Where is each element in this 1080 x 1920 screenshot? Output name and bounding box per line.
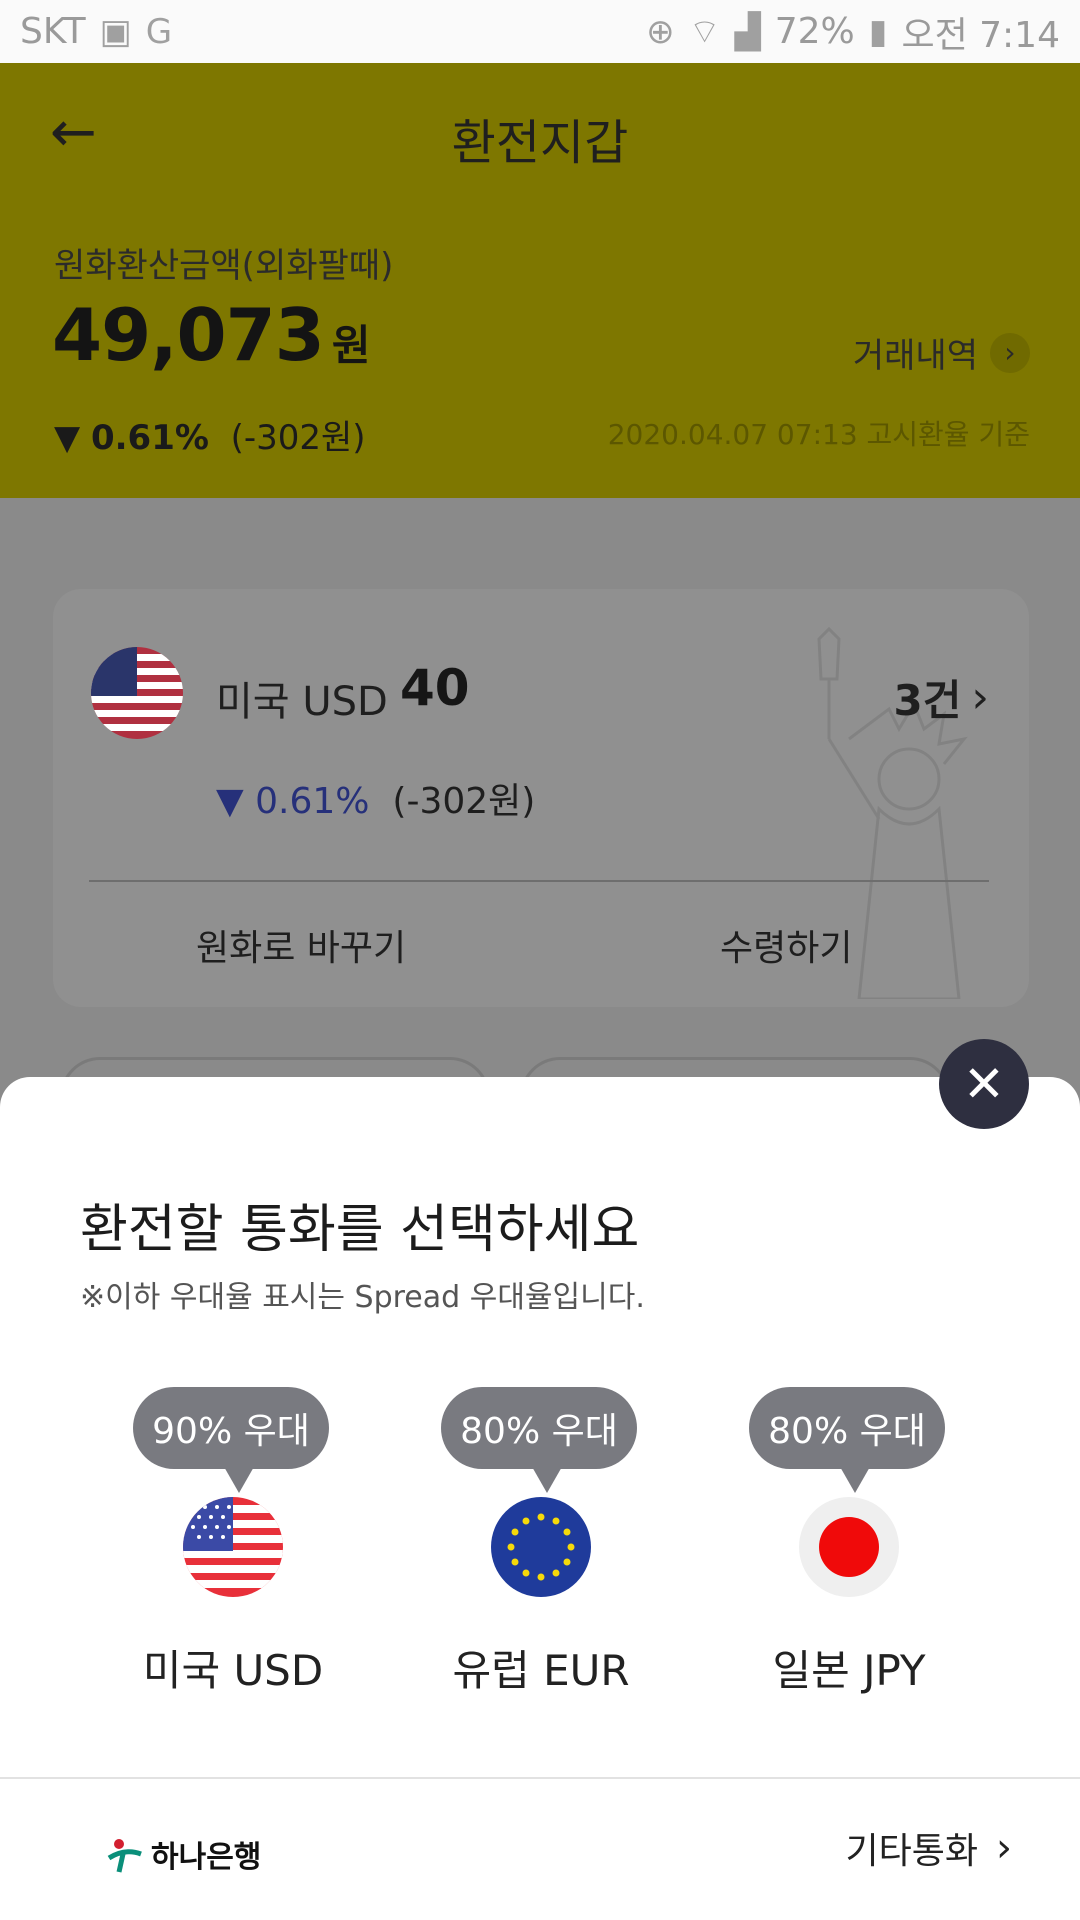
signal-icon: ▟ [734, 11, 761, 52]
sheet-title: 환전할 통화를 선택하세요 [80, 1200, 640, 1260]
bank-name: 하나은행 [151, 1840, 262, 1875]
change-percent: 0.61% [90, 418, 209, 458]
card-change-percent: 0.61% [255, 781, 370, 822]
hana-bank-logo: 하나은행 [105, 1832, 261, 1876]
sheet-note: ※이하 우대율 표시는 Spread 우대율입니다. [80, 1280, 645, 1315]
carrier-label: SKT [20, 11, 86, 52]
card-down-arrow-icon: ▼ [216, 781, 244, 822]
status-bar: SKT ▣ G ⊕ ⌔ ▟ 72% ▮ 오전 7:14 [0, 0, 1080, 63]
card-change-amount: (-302원) [392, 781, 536, 822]
transaction-count: 3건 [893, 676, 962, 725]
g-icon: G [145, 11, 173, 52]
down-arrow-icon: ▼ [54, 418, 81, 458]
currency-option-eur[interactable]: 80% 우대 유럽 EUR [421, 1387, 661, 1695]
rate-basis-text: 2020.04.07 07:13 고시환율 기준 [607, 418, 1030, 451]
data-saver-icon: ⊕ [646, 11, 675, 52]
amount-value: 49,073 [52, 293, 325, 377]
currency-name: 미국 USD [142, 1646, 324, 1695]
krw-amount: 49,073 원 [52, 293, 371, 377]
krw-conversion-label: 원화환산금액(외화팔때) [54, 246, 394, 286]
preferential-badge: 80% 우대 [441, 1387, 637, 1469]
preferential-badge: 80% 우대 [749, 1387, 945, 1469]
jp-flag-icon [799, 1497, 899, 1597]
us-flag-icon [183, 1497, 283, 1597]
currency-name: 일본 JPY [772, 1646, 926, 1695]
currency-name: 유럽 EUR [452, 1646, 630, 1695]
card-currency-label: 미국 USD [216, 679, 388, 725]
battery-icon: ▮ [868, 11, 888, 52]
badge-tail [531, 1465, 563, 1493]
header-change: ▼ 0.61% (-302원) [54, 410, 366, 459]
hana-bank-icon [107, 1839, 142, 1873]
receive-button[interactable]: 수령하기 [720, 919, 852, 971]
eu-flag-icon [491, 1497, 591, 1597]
other-currencies-label: 기타통화 [845, 1831, 978, 1872]
card-change: ▼ 0.61% (-302원) [216, 772, 535, 824]
chevron-right-icon: › [990, 332, 1030, 373]
wallet-header: ← 환전지갑 원화환산금액(외화팔때) 49,073 원 ▼ 0.61% (-30… [0, 63, 1080, 498]
preferential-badge: 90% 우대 [133, 1387, 329, 1469]
close-icon: ✕ [963, 1055, 1005, 1113]
other-currencies-link[interactable]: 기타통화 › [846, 1822, 1012, 1874]
gallery-icon: ▣ [99, 11, 132, 52]
change-amount: (-302원) [230, 418, 366, 458]
currency-select-sheet: 환전할 통화를 선택하세요 ※이하 우대율 표시는 Spread 우대율입니다.… [0, 1077, 1080, 1920]
divider [89, 880, 989, 882]
card-amount: 40 [400, 659, 470, 717]
currency-option-jpy[interactable]: 80% 우대 일본 JPY [729, 1387, 969, 1695]
convert-to-krw-button[interactable]: 원화로 바꾸기 [196, 919, 406, 971]
chevron-right-icon: › [996, 1825, 1012, 1871]
history-link[interactable]: 거래내역 › [853, 328, 1030, 377]
close-button[interactable]: ✕ [939, 1039, 1029, 1129]
clock: 오전 7:14 [901, 14, 1060, 56]
chevron-right-icon: › [971, 672, 989, 723]
transaction-count-link[interactable]: 3건 › [894, 667, 989, 728]
amount-unit: 원 [331, 321, 371, 370]
badge-tail [839, 1465, 871, 1493]
page-title: 환전지갑 [451, 115, 629, 171]
currency-option-usd[interactable]: 90% 우대 미국 USD [113, 1387, 353, 1695]
usd-wallet-card[interactable]: 미국 USD 40 3건 › ▼ 0.61% (-302원) 원화로 바꾸기 수… [53, 589, 1029, 1007]
history-label: 거래내역 [852, 336, 978, 376]
badge-tail [223, 1465, 255, 1493]
battery-percent: 72% [774, 11, 855, 52]
us-flag-icon [91, 647, 183, 739]
wifi-icon: ⌔ [688, 12, 721, 52]
divider [0, 1777, 1080, 1779]
